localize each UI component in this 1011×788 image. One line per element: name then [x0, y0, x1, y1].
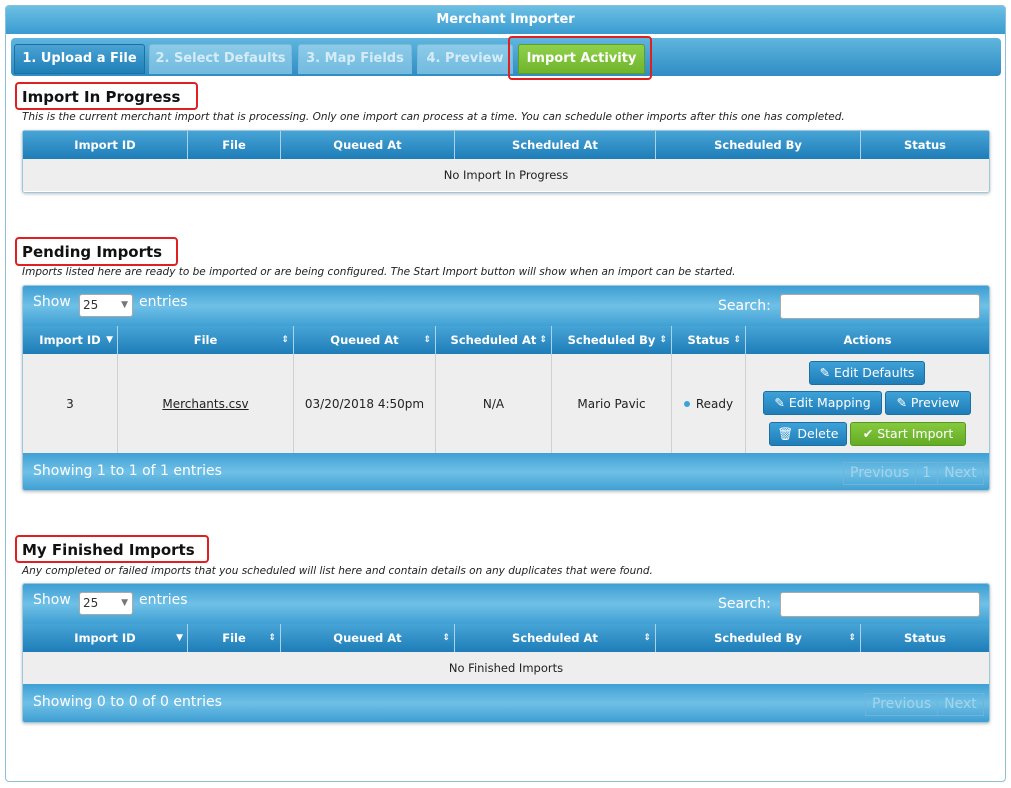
col-scheduled-by[interactable]: Scheduled By ⇕ — [656, 624, 861, 652]
sort-desc-icon: ▼ — [176, 633, 183, 643]
sort-arrows-icon: ⇕ — [733, 335, 741, 345]
col-scheduled-at: Scheduled At — [455, 131, 656, 159]
sort-arrows-icon: ⇕ — [268, 633, 276, 643]
finished-pagination: Previous Next — [865, 693, 984, 716]
delete-button[interactable]: 🗑 Delete — [769, 422, 847, 446]
file-link[interactable]: Merchants.csv — [162, 397, 248, 411]
finished-toolbar: Show 25 ▼ entries Search: — [23, 584, 989, 624]
in-progress-empty-message: No Import In Progress — [23, 159, 989, 191]
highlight-import-activity — [508, 36, 652, 80]
check-icon: ✔ — [862, 426, 878, 441]
page-size-select[interactable]: 25 ▼ — [79, 592, 133, 615]
col-scheduled-by[interactable]: Scheduled By ⇕ — [552, 326, 672, 354]
window-title: Merchant Importer — [6, 6, 1005, 34]
col-import-id[interactable]: Import ID ▼ — [23, 326, 118, 354]
entries-label: entries — [139, 294, 188, 310]
sort-arrows-icon: ⇕ — [659, 335, 667, 345]
search-label: Search: — [718, 298, 771, 314]
finished-description: Any completed or failed imports that you… — [22, 565, 653, 577]
col-import-id: Import ID — [23, 131, 188, 159]
edit-mapping-button[interactable]: ✎ Edit Mapping — [763, 391, 882, 415]
col-scheduled-at[interactable]: Scheduled At ⇕ — [436, 326, 552, 354]
pending-header-row: Import ID ▼ File ⇕ Queued At ⇕ Scheduled At… — [23, 326, 989, 354]
pending-toolbar: Show 25 ▼ entries Search: — [23, 286, 989, 326]
col-queued-at: Queued At — [281, 131, 455, 159]
col-scheduled-at[interactable]: Scheduled At ⇕ — [455, 624, 656, 652]
finished-footer: Showing 0 to 0 of 0 entries Previous Nex… — [23, 684, 989, 722]
trash-icon: 🗑 — [777, 426, 798, 441]
edit-defaults-button[interactable]: ✎ Edit Defaults — [809, 361, 925, 385]
pending-showing-info: Showing 1 to 1 of 1 entries — [33, 463, 222, 479]
cell-status: Ready — [672, 354, 746, 453]
cell-import-id: 3 — [23, 354, 118, 453]
col-actions: Actions — [843, 333, 892, 347]
cell-file: Merchants.csv — [118, 354, 294, 453]
previous-button[interactable]: Previous — [844, 463, 917, 484]
tab-upload-file[interactable]: 1. Upload a File — [14, 44, 145, 74]
sort-arrows-icon: ⇕ — [442, 633, 450, 643]
tab-preview: 4. Preview — [417, 44, 513, 74]
chevron-down-icon: ▼ — [121, 598, 128, 608]
col-file[interactable]: File ⇕ — [118, 326, 294, 354]
pencil-icon: ✎ — [896, 395, 911, 410]
finished-table: Show 25 ▼ entries Search: Import ID ▼ File… — [22, 583, 990, 723]
in-progress-table: Import ID File Queued At Scheduled At Sc… — [22, 130, 990, 193]
previous-button[interactable]: Previous — [866, 694, 939, 715]
col-status: Status — [903, 138, 947, 152]
col-file: File — [188, 131, 281, 159]
finished-showing-info: Showing 0 to 0 of 0 entries — [33, 694, 222, 710]
in-progress-description: This is the current merchant import that… — [22, 111, 845, 123]
next-button[interactable]: Next — [938, 694, 983, 715]
pending-description: Imports listed here are ready to be impo… — [22, 266, 736, 278]
cell-queued-at: 03/20/2018 4:50pm — [294, 354, 436, 453]
in-progress-header-row: Import ID File Queued At Scheduled At Sc… — [23, 131, 989, 159]
col-status: Status — [903, 631, 947, 645]
sort-arrows-icon: ⇕ — [281, 335, 289, 345]
finished-heading: My Finished Imports — [22, 541, 195, 559]
page-size-select[interactable]: 25 ▼ — [79, 294, 133, 317]
status-dot-icon — [683, 400, 690, 407]
search-input[interactable] — [780, 592, 980, 617]
show-label: Show — [33, 592, 71, 608]
finished-header-row: Import ID ▼ File ⇕ Queued At ⇕ Scheduled At… — [23, 624, 989, 652]
page-1-button[interactable]: 1 — [916, 463, 939, 484]
pending-table: Show 25 ▼ entries Search: Import ID ▼ File… — [22, 285, 990, 491]
col-file[interactable]: File ⇕ — [188, 624, 281, 652]
col-queued-at[interactable]: Queued At ⇕ — [281, 624, 455, 652]
sort-desc-icon: ▼ — [106, 335, 113, 345]
finished-empty-message: No Finished Imports — [23, 652, 989, 684]
cell-scheduled-by: Mario Pavic — [552, 354, 672, 453]
col-scheduled-by: Scheduled By — [656, 131, 861, 159]
cell-actions: ✎ Edit Defaults ✎ Edit Mapping ✎ Preview… — [746, 354, 989, 453]
next-button[interactable]: Next — [938, 463, 983, 484]
sort-arrows-icon: ⇕ — [848, 633, 856, 643]
pending-footer: Showing 1 to 1 of 1 entries Previous 1 N… — [23, 453, 989, 490]
wizard-tabs: 1. Upload a File 2. Select Defaults 3. M… — [11, 38, 1001, 76]
search-input[interactable] — [780, 294, 980, 319]
col-status[interactable]: Status ⇕ — [672, 326, 746, 354]
status-text: Ready — [695, 396, 734, 411]
table-row: 3 Merchants.csv 03/20/2018 4:50pm N/A Ma… — [23, 354, 989, 453]
show-label: Show — [33, 294, 71, 310]
sort-arrows-icon: ⇕ — [643, 633, 651, 643]
col-import-id[interactable]: Import ID ▼ — [23, 624, 188, 652]
preview-button[interactable]: ✎ Preview — [885, 391, 971, 415]
sort-arrows-icon: ⇕ — [423, 335, 431, 345]
tab-select-defaults: 2. Select Defaults — [149, 44, 292, 74]
chevron-down-icon: ▼ — [121, 300, 128, 310]
search-label: Search: — [718, 596, 771, 612]
pending-heading: Pending Imports — [22, 243, 163, 261]
entries-label: entries — [139, 592, 188, 608]
tab-map-fields: 3. Map Fields — [298, 44, 412, 74]
cell-scheduled-at: N/A — [436, 354, 552, 453]
pending-pagination: Previous 1 Next — [843, 462, 984, 485]
col-queued-at[interactable]: Queued At ⇕ — [294, 326, 436, 354]
in-progress-heading: Import In Progress — [22, 88, 181, 106]
sort-arrows-icon: ⇕ — [539, 335, 547, 345]
pencil-icon: ✎ — [819, 365, 835, 380]
start-import-button[interactable]: ✔ Start Import — [850, 422, 966, 446]
merchant-importer-window: Merchant Importer 1. Upload a File 2. Se… — [5, 5, 1006, 782]
pencil-icon: ✎ — [774, 395, 789, 410]
